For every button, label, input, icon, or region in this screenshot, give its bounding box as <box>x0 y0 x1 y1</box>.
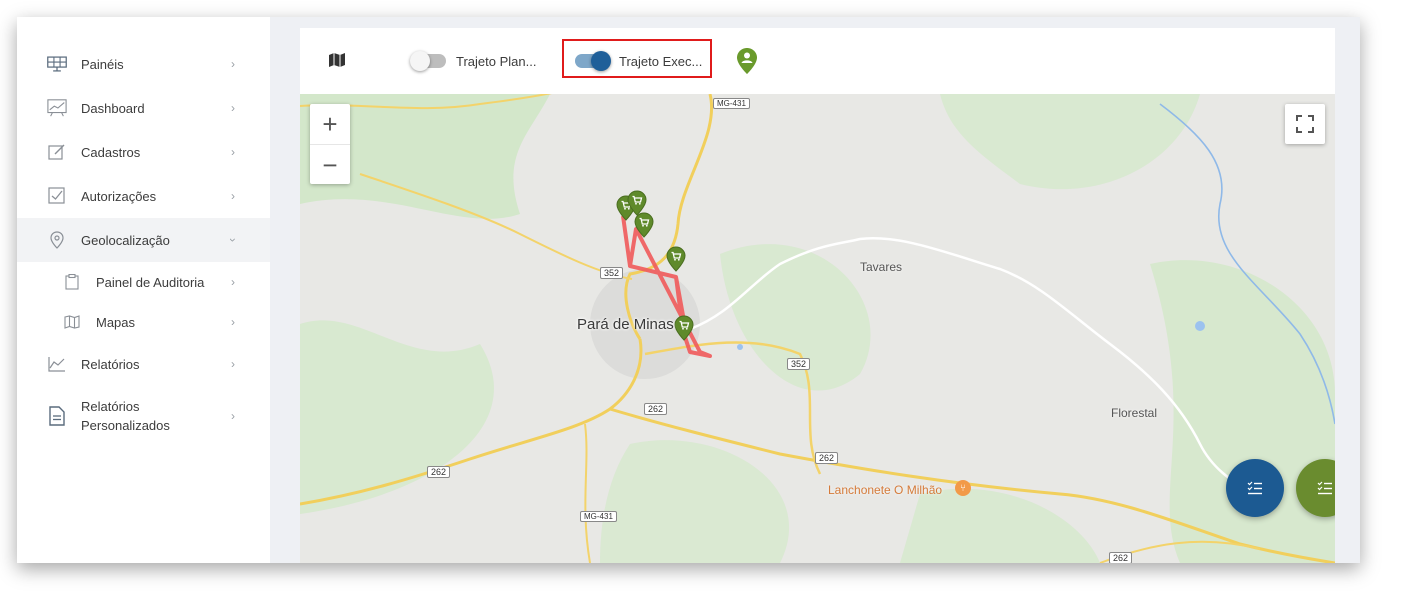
chart-board-icon <box>47 98 67 118</box>
sidebar-item-label: Geolocalização <box>81 232 170 248</box>
store-marker-5[interactable] <box>674 315 694 346</box>
label-line-1: Relatórios <box>81 399 140 414</box>
restaurant-icon[interactable]: ⑂ <box>955 480 971 496</box>
checklist-icon <box>1317 481 1332 495</box>
chevron-down-icon: › <box>226 238 240 242</box>
map-canvas[interactable]: Pará de Minas Tavares Florestal Lanchone… <box>300 94 1335 563</box>
sidebar-item-relatorios[interactable]: Relatórios › <box>17 342 270 386</box>
main-content: Trajeto Plan... Trajeto Exec... Pará de … <box>300 28 1335 563</box>
sidebar-item-cadastros[interactable]: Cadastros › <box>17 130 270 174</box>
toggle-switch[interactable] <box>575 51 611 71</box>
map-icon <box>62 312 82 332</box>
checklist-icon <box>1247 481 1262 495</box>
clipboard-icon <box>62 272 82 292</box>
solar-panel-icon <box>47 54 67 74</box>
road-shield: 262 <box>644 403 668 415</box>
toggle-label: Trajeto Plan... <box>456 53 537 69</box>
sidebar-item-geolocalizacao[interactable]: Geolocalização › <box>17 218 270 262</box>
zoom-control: + − <box>310 104 350 184</box>
edit-icon <box>47 142 67 162</box>
road-shield: 262 <box>427 466 451 478</box>
sidebar-item-paineis[interactable]: Painéis › <box>17 42 270 86</box>
sidebar-item-relatorios-personalizados[interactable]: Relatórios Personalizados › <box>17 393 270 439</box>
poi-label: Lanchonete O Milhão <box>828 483 943 497</box>
map-view-icon[interactable] <box>329 53 345 72</box>
road-shield: 352 <box>787 358 811 370</box>
chevron-right-icon: › <box>231 409 235 423</box>
road-shield: MG-431 <box>580 511 617 522</box>
fullscreen-icon <box>1296 115 1314 133</box>
toggle-trajeto-executado[interactable]: Trajeto Exec... <box>575 50 702 72</box>
sidebar-item-label: Mapas <box>96 314 136 330</box>
zoom-in-button[interactable]: + <box>310 104 350 145</box>
road-shield: 262 <box>1109 552 1133 563</box>
fullscreen-button[interactable] <box>1285 104 1325 144</box>
chevron-right-icon: › <box>231 357 235 371</box>
toggle-label: Trajeto Exec... <box>619 53 703 69</box>
document-icon <box>47 406 67 426</box>
sidebar-item-label: Relatórios Personalizados <box>81 397 170 435</box>
sidebar-item-dashboard[interactable]: Dashboard › <box>17 86 270 130</box>
map-toolbar: Trajeto Plan... Trajeto Exec... <box>300 28 1335 94</box>
sidebar-item-label: Painéis <box>81 56 124 72</box>
report-chart-icon <box>47 354 67 374</box>
sidebar-item-autorizacoes[interactable]: Autorizações › <box>17 174 270 218</box>
toggle-trajeto-planejado[interactable]: Trajeto Plan... <box>410 50 537 72</box>
app-window: Painéis › Dashboard › Cadastros › Autori… <box>17 17 1360 563</box>
toggle-switch[interactable] <box>410 51 446 71</box>
store-marker-3[interactable] <box>634 212 654 243</box>
zoom-out-button[interactable]: − <box>310 145 350 185</box>
sidebar-item-label: Cadastros <box>81 144 141 160</box>
sidebar-item-label: Painel de Auditoria <box>96 274 205 290</box>
town-label-tavares: Tavares <box>860 260 903 274</box>
executed-route <box>621 215 712 358</box>
label-line-2: Personalizados <box>81 418 170 433</box>
chevron-right-icon: › <box>231 57 235 71</box>
chevron-right-icon: › <box>231 101 235 115</box>
location-pin-icon <box>47 230 67 250</box>
chevron-right-icon: › <box>231 315 235 329</box>
sidebar-item-label: Dashboard <box>81 100 145 116</box>
sidebar: Painéis › Dashboard › Cadastros › Autori… <box>17 17 270 563</box>
road-shield: 262 <box>815 452 839 464</box>
checkbox-icon <box>47 186 67 206</box>
chevron-right-icon: › <box>231 275 235 289</box>
sidebar-item-label: Autorizações <box>81 188 157 204</box>
chevron-right-icon: › <box>231 145 235 159</box>
chevron-right-icon: › <box>231 189 235 203</box>
user-location-pin-icon[interactable] <box>736 47 758 80</box>
store-marker-4[interactable] <box>666 246 686 277</box>
route-list-button-blue[interactable] <box>1226 459 1284 517</box>
sidebar-subitem-mapas[interactable]: Mapas › <box>17 300 270 344</box>
sidebar-item-label: Relatórios <box>81 356 140 372</box>
sidebar-subitem-painel-auditoria[interactable]: Painel de Auditoria › <box>17 260 270 304</box>
city-label: Pará de Minas <box>577 316 674 333</box>
town-label-florestal: Florestal <box>1111 406 1158 420</box>
road-shield: MG-431 <box>713 98 750 109</box>
road-shield: 352 <box>600 267 624 279</box>
